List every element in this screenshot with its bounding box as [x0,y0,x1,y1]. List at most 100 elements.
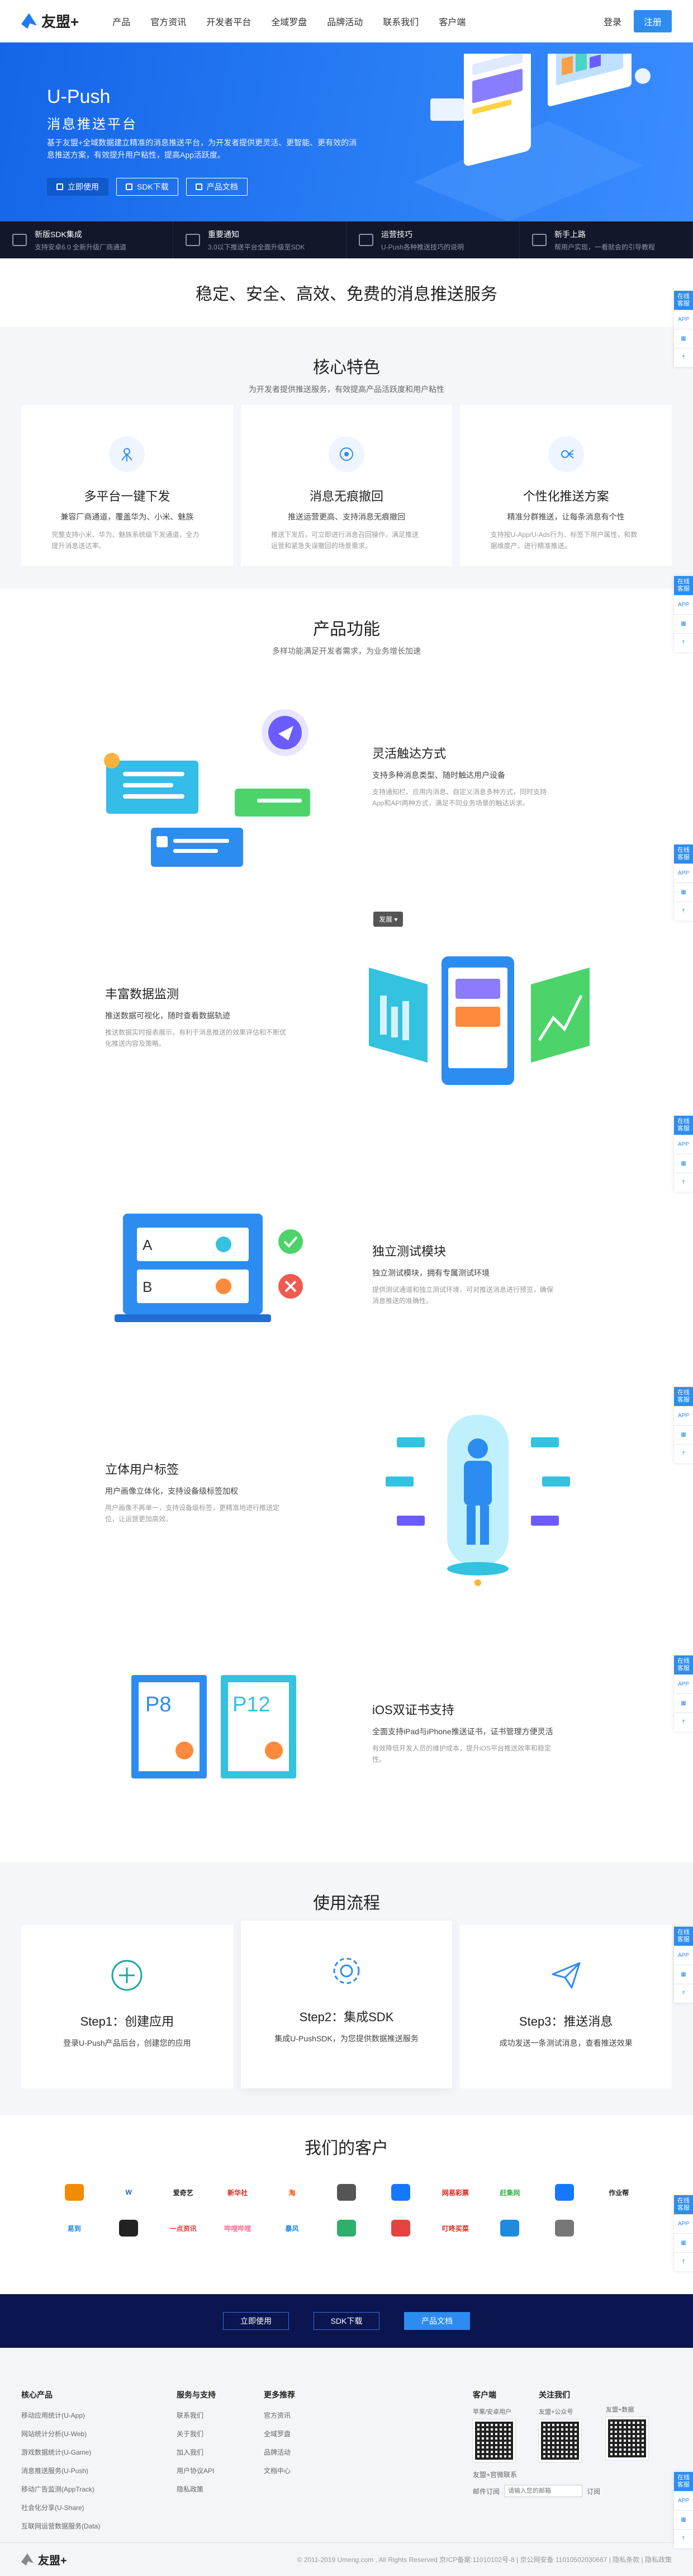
features-subtitle: 为开发者提供推送服务，有效提高产品活跃度和用户粘性 [249,385,444,394]
feature-name: 多平台一键下发 [84,489,170,503]
function-sub: 推送数据可视化，随时查看数据轨迹 [105,1011,230,1020]
footer-link[interactable]: 消息推送服务(U-Push) [21,2466,100,2475]
back-to-top-icon[interactable]: ⤒ [674,1444,693,1463]
online-service-button[interactable]: 在线客服 [674,844,693,864]
hero-docs-button[interactable]: 产品文档 [186,178,248,196]
app-icon[interactable]: APP [674,595,693,614]
qr-code-icon[interactable]: ▦ [674,1154,693,1173]
app-icon[interactable]: APP [674,310,693,329]
email-input[interactable] [504,2485,583,2497]
online-service-button[interactable]: 在线客服 [674,576,693,595]
footer-link[interactable]: 联系我们 [177,2410,216,2420]
back-to-top-icon[interactable]: ⤒ [674,2529,693,2548]
footer-link[interactable]: 用户协议API [177,2466,216,2475]
footer-link[interactable]: 文档中心 [264,2466,295,2475]
footer-link[interactable]: 隐私政策 [177,2484,216,2494]
nav-link-compass[interactable]: 全域罗盘 [271,15,307,28]
footer-link[interactable]: 互联网运营数据服务(Data) [21,2521,100,2531]
footer-link[interactable]: 网站统计分析(U-Web) [21,2429,100,2438]
qr-code-icon[interactable]: ▦ [674,329,693,348]
customer-logo: 赶集网 [500,2188,520,2197]
feature-desc: 推送下发后，可立即进行消息召回操作，满足推送运营和紧急失误撤回的场景需求。 [271,531,419,550]
svg-text:A: A [143,1237,153,1253]
online-service-button[interactable]: 在线客服 [674,2472,693,2491]
app-icon[interactable]: APP [674,2214,693,2233]
online-service-button[interactable]: 在线客服 [674,1927,693,1946]
footer-link[interactable]: 品牌活动 [264,2447,295,2457]
nav-links: 产品 官方资讯 开发者平台 全域罗盘 品牌活动 联系我们 客户端 [112,15,466,28]
footer-link[interactable]: 游戏数据统计(U-Game) [21,2447,100,2457]
qr-code-icon[interactable]: ▦ [674,2233,693,2252]
function-row: 灵活触达方式 支持多种消息类型、随时触达用户设备 支持通知栏、应用内消息、自定义… [0,693,693,878]
data-monitor-illustration [369,956,590,1085]
nav-link-news[interactable]: 官方资讯 [150,15,186,28]
cta-sdk-button[interactable]: SDK下载 [314,2312,379,2330]
qr-code-icon[interactable]: ▦ [674,1693,693,1712]
back-to-top-icon[interactable]: ⤒ [674,1712,693,1732]
footer-link[interactable]: 社会化分享(U-Share) [21,2503,100,2512]
footer-logo[interactable]: 友盟+ [21,2551,67,2568]
strip-item-notice[interactable]: 重要通知 3.0以下推送平台全面升级至SDK [173,221,346,258]
app-icon[interactable]: APP [674,2491,693,2510]
online-service-button[interactable]: 在线客服 [674,1655,693,1674]
app-icon[interactable]: APP [674,1674,693,1693]
back-to-top-icon[interactable]: ⤒ [674,348,693,367]
strip-item-sdk[interactable]: 新版SDK集成 支持安卓6.0 全新升级厂商通道 [0,221,173,258]
back-to-top-icon[interactable]: ⤒ [674,1984,693,2003]
app-icon[interactable]: APP [674,1135,693,1154]
wechat-qr-code [538,2419,582,2462]
function-row: A B 独立测试模块 独立测试模块，拥有专属测试环境 提供测试通道和独立测试环境… [0,1191,693,1359]
online-service-button[interactable]: 在线客服 [674,1116,693,1135]
strip-item-tips[interactable]: 运营技巧 U-Push各种推送技巧的说明 [346,221,520,258]
footer-link[interactable]: 全域罗盘 [264,2429,295,2438]
back-to-top-icon[interactable]: ⤒ [674,1173,693,1192]
hero-buttons: 立即使用 SDK下载 产品文档 [47,178,248,196]
back-to-top-icon[interactable]: ⤒ [674,2252,693,2271]
hero-illustration [414,54,651,221]
online-service-button[interactable]: 在线客服 [674,291,693,310]
brand-logo[interactable]: 友盟+ [21,11,79,31]
footer-link[interactable]: 移动应用统计(U-App) [21,2410,100,2420]
customer-logo: 作业帮 [609,2188,629,2197]
app-icon[interactable]: APP [674,864,693,883]
function-desc: 有效降低开发人员的维护成本，提升iOS平台推送效率和稳定性。 [372,1744,552,1763]
footer-link[interactable]: 移动广告监测(AppTrack) [21,2484,100,2494]
footer-link[interactable]: 官方资讯 [264,2410,295,2420]
nav-link-contact[interactable]: 联系我们 [383,15,419,28]
qr-code-icon[interactable]: ▦ [674,614,693,633]
function-desc: 提供测试通道和独立测试环境，可对推送消息进行预览，确保消息推送的准确性。 [372,1286,554,1305]
floating-service-widget: 在线客服 APP ▦ ⤒ [674,2195,693,2271]
online-service-button[interactable]: 在线客服 [674,1387,693,1406]
back-to-top-icon[interactable]: ⤒ [674,902,693,921]
nav-link-developer[interactable]: 开发者平台 [206,15,251,28]
online-service-button[interactable]: 在线客服 [674,2195,693,2214]
footer-link[interactable]: 关于我们 [177,2429,216,2438]
app-icon[interactable]: APP [674,1406,693,1425]
nav-link-events[interactable]: 品牌活动 [327,15,363,28]
hero-sdk-button[interactable]: SDK下载 [116,178,178,196]
process-title: 使用流程 [313,1894,380,1913]
login-link[interactable]: 登录 [604,15,621,28]
strip-title: 新版SDK集成 [35,229,82,239]
footer-link[interactable]: 加入我们 [177,2447,216,2457]
back-to-top-icon[interactable]: ⤒ [674,633,693,652]
qr-code-icon[interactable]: ▦ [674,1965,693,1984]
qr-caption: 苹果/安卓用户 [473,2409,512,2415]
qr-code-icon[interactable]: ▦ [674,1425,693,1444]
nav-link-product[interactable]: 产品 [112,15,130,28]
hero-description: 基于友盟+全域数据建立精准的消息推送平台，为开发者提供更灵活、更智能、更有效的消… [47,138,357,159]
hero-title: U-Push [47,86,111,107]
hero-use-button[interactable]: 立即使用 [47,178,108,196]
qr-code-icon[interactable]: ▦ [674,883,693,902]
collapse-tag[interactable]: 发展 ▾ [373,912,404,927]
qr-code-icon[interactable]: ▦ [674,2510,693,2529]
svg-text:P12: P12 [232,1693,270,1716]
cta-docs-button[interactable]: 产品文档 [404,2312,470,2330]
cta-use-button[interactable]: 立即使用 [223,2312,289,2330]
register-button[interactable]: 注册 [633,10,672,32]
subscribe-button[interactable]: 订阅 [587,2487,600,2496]
strip-item-newbie[interactable]: 新手上路 帮用户实现，一看就会的引导教程 [520,221,693,258]
nav-link-client[interactable]: 客户端 [439,15,466,28]
weibo-link[interactable]: 友盟+官微联系 [473,2470,600,2479]
app-icon[interactable]: APP [674,1946,693,1965]
